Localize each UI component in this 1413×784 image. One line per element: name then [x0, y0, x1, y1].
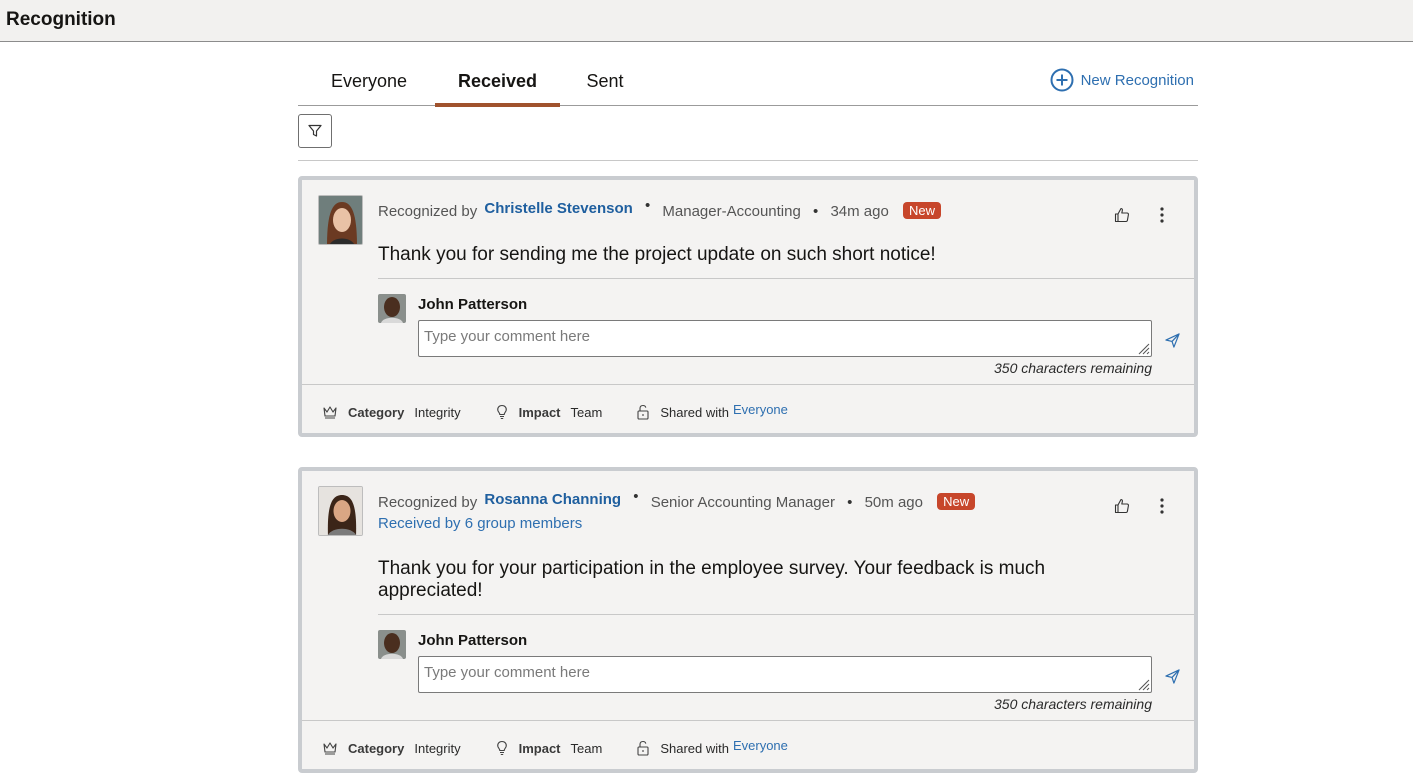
- unlock-icon: [637, 404, 649, 420]
- commenter-name: John Patterson: [418, 296, 528, 313]
- time-ago: 50m ago: [864, 494, 923, 511]
- resize-handle-icon[interactable]: [1138, 679, 1150, 691]
- divider: [298, 160, 1198, 161]
- page-header: Recognition: [0, 0, 1413, 42]
- recognition-meta: Recognized by Christelle Stevenson • Man…: [378, 197, 941, 220]
- lightbulb-icon: [496, 404, 507, 420]
- recognition-message: Thank you for your participation in the …: [378, 558, 1046, 601]
- recognized-by-label: Recognized by: [378, 203, 478, 220]
- category-value: Integrity: [414, 404, 461, 420]
- like-button[interactable]: [1112, 205, 1132, 225]
- recognizer-avatar: [318, 195, 363, 245]
- lightbulb-icon: [496, 740, 507, 756]
- recognizer-title: Manager-Accounting: [662, 203, 801, 220]
- comment-input[interactable]: [418, 656, 1152, 693]
- time-ago: 34m ago: [830, 203, 889, 220]
- crown-icon: [323, 406, 337, 419]
- like-button[interactable]: [1112, 496, 1132, 516]
- recognizer-title: Senior Accounting Manager: [650, 494, 835, 511]
- recognized-by-label: Recognized by: [378, 494, 478, 511]
- recognition-meta: Recognized by Rosanna Channing • Senior …: [378, 488, 976, 511]
- recognition-card: Recognized by Rosanna Channing • Senior …: [298, 467, 1198, 773]
- page-title: Recognition: [6, 9, 116, 30]
- tab-bar: Everyone Received Sent New Recognition: [298, 62, 1198, 107]
- new-badge: New: [902, 202, 941, 219]
- send-icon: [1164, 668, 1180, 684]
- divider: [302, 720, 1194, 721]
- recognition-footer: Category Integrity Impact Team Shared wi…: [322, 738, 822, 756]
- thumbs-up-icon: [1114, 498, 1129, 514]
- divider: [378, 614, 1194, 615]
- impact-label: Impact: [518, 404, 561, 420]
- kebab-menu-icon: [1160, 498, 1164, 514]
- commenter-avatar: [378, 630, 406, 659]
- separator-dot: •: [813, 203, 819, 220]
- shared-with-label: Shared with: [660, 740, 729, 756]
- thumbs-up-icon: [1114, 207, 1129, 223]
- shared-with-link[interactable]: Everyone: [733, 402, 788, 417]
- unlock-icon: [637, 740, 649, 756]
- recognition-message: Thank you for sending me the project upd…: [378, 244, 936, 265]
- resize-handle-icon[interactable]: [1138, 343, 1150, 355]
- crown-icon: [323, 742, 337, 755]
- tab-received[interactable]: Received: [435, 62, 560, 107]
- impact-label: Impact: [518, 740, 561, 756]
- new-recognition-button[interactable]: New Recognition: [1050, 68, 1194, 92]
- recognition-footer: Category Integrity Impact Team Shared wi…: [322, 402, 822, 420]
- new-recognition-label: New Recognition: [1080, 71, 1194, 89]
- tab-everyone[interactable]: Everyone: [316, 62, 422, 106]
- tab-sent[interactable]: Sent: [568, 62, 642, 106]
- filter-button[interactable]: [298, 114, 332, 148]
- separator-dot: •: [644, 197, 651, 214]
- commenter-name: John Patterson: [418, 632, 528, 649]
- impact-value: Team: [570, 740, 603, 756]
- more-options-button[interactable]: [1152, 205, 1172, 225]
- recognizer-name-link[interactable]: Christelle Stevenson: [484, 200, 632, 217]
- new-badge: New: [937, 493, 976, 510]
- shared-with-link[interactable]: Everyone: [733, 738, 788, 753]
- separator-dot: •: [633, 488, 639, 505]
- recognizer-avatar: [318, 486, 363, 536]
- category-value: Integrity: [414, 740, 461, 756]
- commenter-avatar: [378, 294, 406, 323]
- separator-dot: •: [847, 494, 853, 511]
- recognizer-name-link[interactable]: Rosanna Channing: [484, 491, 621, 508]
- plus-circle-icon: [1050, 68, 1074, 92]
- filter-icon: [308, 124, 322, 137]
- category-label: Category: [348, 740, 405, 756]
- divider: [378, 278, 1194, 279]
- shared-with-label: Shared with: [660, 404, 729, 420]
- comment-input[interactable]: [418, 320, 1152, 357]
- send-icon: [1164, 332, 1180, 348]
- category-label: Category: [348, 404, 405, 420]
- impact-value: Team: [570, 404, 603, 420]
- divider: [302, 384, 1194, 385]
- recognition-card: Recognized by Christelle Stevenson • Man…: [298, 176, 1198, 437]
- group-members-link[interactable]: Received by 6 group members: [378, 515, 582, 532]
- more-options-button[interactable]: [1152, 496, 1172, 516]
- send-comment-button[interactable]: [1162, 666, 1182, 686]
- kebab-menu-icon: [1160, 207, 1164, 223]
- characters-remaining: 350 characters remaining: [994, 360, 1152, 376]
- characters-remaining: 350 characters remaining: [994, 696, 1152, 712]
- send-comment-button[interactable]: [1162, 330, 1182, 350]
